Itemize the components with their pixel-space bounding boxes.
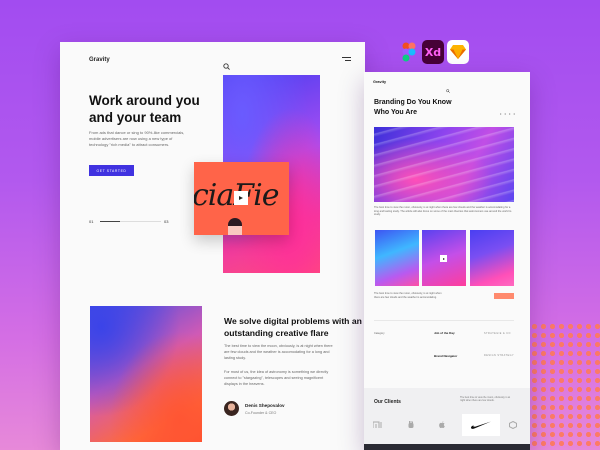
gallery-thumb-1[interactable]: [375, 230, 419, 286]
figma-icon: [398, 40, 420, 64]
video-person: [228, 218, 242, 235]
sketch-icon: [447, 40, 469, 64]
slider-end-number: 03: [164, 219, 169, 224]
branding-title: Branding Do You Know Who You Are: [374, 99, 452, 116]
decorative-dot-pattern: [530, 322, 600, 450]
get-started-button[interactable]: GET STARTED: [89, 165, 134, 176]
hexagon-logo-icon: [509, 420, 517, 431]
row-label: Category: [374, 332, 385, 335]
right-brand-logo[interactable]: Gravity: [373, 80, 386, 84]
slider-progress: [100, 221, 121, 222]
row-title-1[interactable]: Job of the Day: [434, 331, 455, 335]
divider: [374, 320, 514, 321]
wave-gradient-image: [374, 127, 514, 202]
gallery-action-button[interactable]: [494, 293, 514, 299]
clients-title: Our Clients: [374, 399, 401, 405]
avatar: [224, 401, 239, 416]
gallery-caption: The best time to view the moon, obviousl…: [374, 292, 442, 299]
author-role: Co-Founder & CEO: [245, 411, 277, 415]
slider-start-number: 01: [89, 219, 94, 224]
hero-description: From ads that dance or sing to 90%-like …: [89, 130, 185, 147]
nike-logo-tile: [462, 414, 500, 436]
mi-logo-icon: [372, 421, 382, 430]
image-caption: The best time to view the moon, obviousl…: [374, 206, 512, 217]
apple-logo-icon: [439, 421, 445, 430]
section-gradient-image: [90, 306, 202, 442]
nike-logo-icon: [471, 421, 491, 429]
right-search-icon[interactable]: [446, 80, 450, 93]
menu-icon[interactable]: [342, 57, 351, 63]
author-name: Denis Shepovalov: [245, 403, 285, 408]
row-sub-1: STRATEGIE & CO: [484, 332, 511, 335]
row-title-2[interactable]: Brand Navigator: [434, 354, 457, 358]
search-icon[interactable]: [223, 57, 230, 70]
play-icon[interactable]: [234, 191, 248, 205]
gallery-thumb-3[interactable]: [470, 230, 514, 286]
gallery-play-icon[interactable]: [440, 255, 447, 262]
hand-logo-icon: [408, 421, 414, 430]
xd-icon: Xd: [422, 40, 444, 64]
footer-strip: [364, 444, 530, 450]
xd-label: Xd: [424, 45, 442, 59]
clients-note: The best time to view the moon, obviousl…: [460, 396, 511, 403]
section-title: We solve digital problems with an outsta…: [224, 316, 362, 338]
row-sub-2: DESIGN STRATEGY: [484, 354, 515, 357]
section-paragraph-1: The best time to view the moon, obviousl…: [224, 344, 333, 360]
hero-title: Work around you and your team: [89, 93, 200, 125]
carousel-dots[interactable]: • • • •: [500, 111, 516, 116]
section-paragraph-2: For most of us, the idea of astronomy is…: [224, 370, 329, 386]
brand-logo[interactable]: Gravity: [89, 57, 110, 63]
